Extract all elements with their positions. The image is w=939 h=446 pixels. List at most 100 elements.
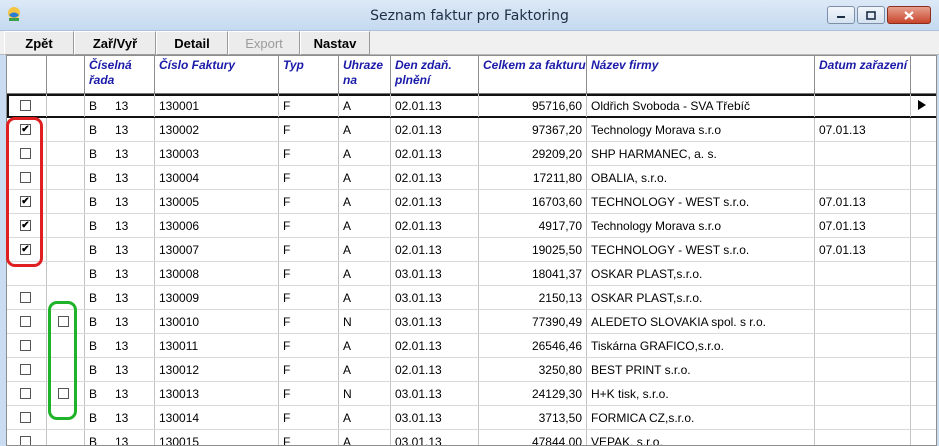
select-checkbox[interactable] (20, 364, 31, 375)
minimize-button[interactable] (827, 6, 855, 24)
maximize-icon (866, 10, 876, 20)
window-title: Seznam faktur pro Faktoring (370, 8, 569, 24)
detail-button[interactable]: Detail (156, 31, 228, 55)
cell-select-checkbox (7, 382, 47, 405)
select-checkbox[interactable] (20, 316, 31, 327)
cell-inclusion-date (815, 286, 911, 309)
header-paid[interactable]: Uhrazena (339, 56, 391, 93)
cell-select-checkbox (7, 430, 47, 445)
cell-total: 2150,13 (479, 286, 587, 309)
header-company[interactable]: Název firmy (587, 56, 815, 93)
cell-total: 95716,60 (479, 94, 587, 117)
table-row[interactable]: B 13 130011 F A 02.01.13 26546,46 Tiskárna GRAF… (7, 334, 936, 358)
cell-paid: A (339, 430, 391, 445)
cell-tax-date: 02.01.13 (391, 214, 479, 237)
cell-company: TECHNOLOGY - WEST s.r.o. (587, 190, 815, 213)
cell-tax-date: 03.01.13 (391, 286, 479, 309)
table-row[interactable]: ✔ B 13 130007 F A 02.01.13 19025,50 TECHNOLOGY -… (7, 238, 936, 262)
select-checkbox[interactable] (20, 340, 31, 351)
select-checkbox[interactable] (20, 436, 31, 445)
cell-total: 3250,80 (479, 358, 587, 381)
cell-paid: N (339, 310, 391, 333)
cell-invoice-number: 130009 (155, 286, 279, 309)
cell-inclusion-date (815, 166, 911, 189)
cell-inclusion-date (815, 310, 911, 333)
table-row[interactable]: B 13 130015 F A 03.01.13 47844,00 VEPAK, s.r.o. (7, 430, 936, 446)
maximize-button[interactable] (857, 6, 885, 24)
cell-type: F (279, 358, 339, 381)
cell-type: F (279, 190, 339, 213)
header-total[interactable]: Celkem za fakturu (479, 56, 587, 93)
header-invoice-number[interactable]: Číslo Faktury (155, 56, 279, 93)
cell-series: B (89, 435, 98, 446)
table-row[interactable]: B 13 130001 F A 02.01.13 95716,60 Oldřich Svobo… (7, 94, 936, 118)
select-checkbox[interactable] (20, 388, 31, 399)
cell-type: F (279, 142, 339, 165)
table-row[interactable]: ✔ B 13 130006 F A 02.01.13 4917,70 Technology Mo… (7, 214, 936, 238)
cell-paid: A (339, 238, 391, 261)
cell-invoice-number: 130003 (155, 142, 279, 165)
table-row[interactable]: ✔ B 13 130002 F A 02.01.13 97367,20 Technology M… (7, 118, 936, 142)
cell-type: F (279, 286, 339, 309)
cell-series: B (89, 219, 98, 233)
cell-tax-date: 02.01.13 (391, 190, 479, 213)
cell-inclusion-date: 07.01.13 (815, 118, 911, 141)
cell-paid: A (339, 166, 391, 189)
cell-invoice-number: 130008 (155, 262, 279, 285)
close-icon (904, 10, 914, 20)
toolbar: Zpět Zař/Vyř Detail Export Nastav (0, 31, 939, 55)
cell-paid: A (339, 142, 391, 165)
export-button[interactable]: Export (228, 31, 300, 55)
cell-invoice-number: 130004 (155, 166, 279, 189)
cell-type: F (279, 238, 339, 261)
cell-series: B (89, 243, 98, 257)
cell-secondary-checkbox (47, 214, 85, 237)
settings-button[interactable]: Nastav (300, 31, 370, 55)
header-type[interactable]: Typ (279, 56, 339, 93)
close-button[interactable] (887, 6, 931, 24)
table-row[interactable]: B 13 130009 F A 03.01.13 2150,13 OSKAR PLAST,s.… (7, 286, 936, 310)
table-row[interactable]: B 13 130012 F A 02.01.13 3250,80 BEST PRINT s.r… (7, 358, 936, 382)
cell-inclusion-date (815, 358, 911, 381)
select-checkbox[interactable] (20, 292, 31, 303)
cell-inclusion-date (815, 406, 911, 429)
cell-type: F (279, 166, 339, 189)
cell-total: 4917,70 (479, 214, 587, 237)
minimize-icon (837, 16, 845, 18)
cell-invoice-number: 130012 (155, 358, 279, 381)
cell-secondary-checkbox (47, 238, 85, 261)
table-row[interactable]: B 13 130010 F N 03.01.13 77390,49 ALEDETO SLOVA… (7, 310, 936, 334)
cell-secondary-checkbox (47, 430, 85, 445)
cell-type: F (279, 382, 339, 405)
include-exclude-button[interactable]: Zař/Vyř (74, 31, 156, 55)
cell-select-checkbox (7, 358, 47, 381)
table-row[interactable]: B 13 130004 F A 02.01.13 17211,80 OBALIA, s.r.o… (7, 166, 936, 190)
cell-paid: A (339, 406, 391, 429)
cell-series-number: 13 (111, 406, 155, 429)
cell-paid: A (339, 190, 391, 213)
back-button[interactable]: Zpět (4, 31, 74, 55)
header-series[interactable]: Číselná řada (85, 56, 155, 93)
cell-invoice-number: 130006 (155, 214, 279, 237)
header-tax-date[interactable]: Den zdaň. plnění (391, 56, 479, 93)
table-row[interactable]: B 13 130003 F A 02.01.13 29209,20 SHP HARMANEC,… (7, 142, 936, 166)
table-row[interactable]: B 13 130008 F A 03.01.13 18041,37 OSKAR PLAST,s… (7, 262, 936, 286)
cell-series: B (89, 195, 98, 209)
cell-tax-date: 03.01.13 (391, 262, 479, 285)
table-row[interactable]: B 13 130013 F N 03.01.13 24129,30 H+K tisk, s.r… (7, 382, 936, 406)
select-checkbox[interactable] (20, 412, 31, 423)
cell-total: 18041,37 (479, 262, 587, 285)
cell-secondary-checkbox (47, 94, 85, 117)
header-inclusion-date[interactable]: Datum zařazení (815, 56, 911, 93)
cell-total: 19025,50 (479, 238, 587, 261)
cell-select-checkbox (7, 286, 47, 309)
table-row[interactable]: ✔ B 13 130005 F A 02.01.13 16703,60 TECHNOLOGY -… (7, 190, 936, 214)
cell-series-number: 13 (111, 286, 155, 309)
cell-company: VEPAK, s.r.o. (587, 430, 815, 445)
cell-paid: A (339, 118, 391, 141)
select-checkbox[interactable] (20, 100, 31, 111)
header-checkbox-col[interactable] (7, 56, 47, 93)
title-bar[interactable]: Seznam faktur pro Faktoring (0, 0, 939, 31)
header-checkbox-col-2[interactable] (47, 56, 85, 93)
table-row[interactable]: B 13 130014 F A 03.01.13 3713,50 FORMICA CZ,s.r… (7, 406, 936, 430)
